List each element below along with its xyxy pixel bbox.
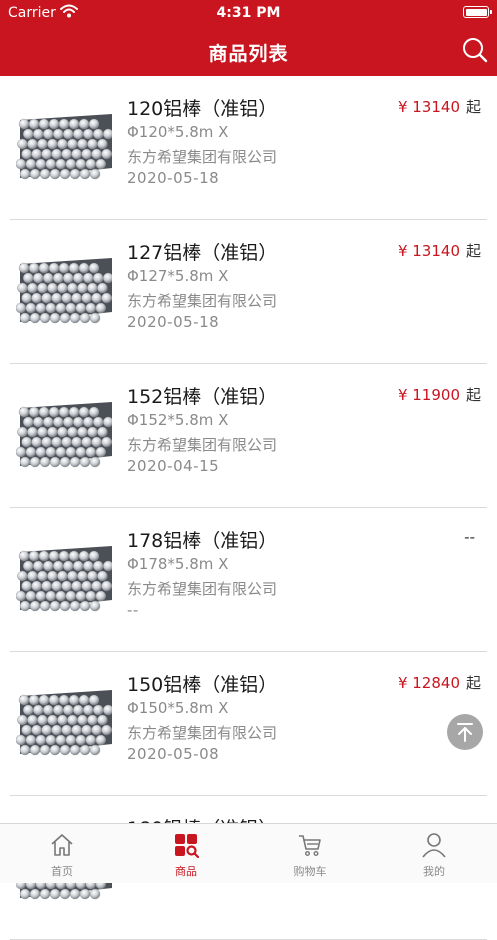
product-list-item[interactable]: 152铝棒（准铝） Φ152*5.8m X 东方希望集团有限公司 2020-04… <box>0 364 497 508</box>
product-date: 2020-05-18 <box>127 313 219 331</box>
product-spec: Φ152*5.8m X <box>127 411 228 429</box>
product-price: ¥ 13140 起 <box>398 96 481 117</box>
product-list-item[interactable]: 120铝棒（准铝） Φ120*5.8m X 东方希望集团有限公司 2020-05… <box>0 76 497 220</box>
price-value: -- <box>464 528 475 546</box>
product-image <box>16 542 112 614</box>
product-company: 东方希望集团有限公司 <box>127 290 277 311</box>
product-date: 2020-05-08 <box>127 745 219 763</box>
product-name: 178铝棒（准铝） <box>127 526 277 553</box>
product-price: ¥ 11900 起 <box>398 384 481 405</box>
grid-search-icon <box>173 832 199 858</box>
price-value: ¥ 12840 <box>398 674 460 692</box>
price-value: ¥ 13140 <box>398 98 460 116</box>
product-date: 2020-05-18 <box>127 169 219 187</box>
product-company: 东方希望集团有限公司 <box>127 146 277 167</box>
product-spec: Φ127*5.8m X <box>127 267 228 285</box>
product-name: 127铝棒（准铝） <box>127 238 277 265</box>
product-list-item[interactable]: 178铝棒（准铝） Φ178*5.8m X 东方希望集团有限公司 -- -- <box>0 508 497 652</box>
tab-products[interactable]: 商品 <box>124 824 248 884</box>
product-date: 2020-04-15 <box>127 457 219 475</box>
tab-mine[interactable]: 我的 <box>372 824 496 884</box>
product-date: -- <box>127 601 139 619</box>
tab-bar: 首页 商品 购物车 我的 <box>0 823 497 883</box>
product-image <box>16 110 112 182</box>
product-name: 152铝棒（准铝） <box>127 382 277 409</box>
back-to-top-button[interactable] <box>447 714 483 750</box>
price-suffix: 起 <box>466 98 481 116</box>
product-spec: Φ178*5.8m X <box>127 555 228 573</box>
nav-bar: 商品列表 <box>0 26 497 76</box>
product-list: 120铝棒（准铝） Φ120*5.8m X 东方希望集团有限公司 2020-05… <box>0 76 497 940</box>
price-suffix: 起 <box>466 386 481 404</box>
product-name: 120铝棒（准铝） <box>127 94 277 121</box>
tab-home[interactable]: 首页 <box>0 824 124 884</box>
product-company: 东方希望集团有限公司 <box>127 722 277 743</box>
battery-icon <box>463 6 489 18</box>
product-name: 150铝棒（准铝） <box>127 670 277 697</box>
user-icon <box>421 832 447 858</box>
home-icon <box>49 832 75 858</box>
clock: 4:31 PM <box>0 5 497 21</box>
price-suffix: 起 <box>466 242 481 260</box>
cart-icon <box>297 832 323 858</box>
price-value: ¥ 11900 <box>398 386 460 404</box>
tab-products-label: 商品 <box>124 863 248 879</box>
product-price: ¥ 13140 起 <box>398 240 481 261</box>
product-list-item[interactable]: 127铝棒（准铝） Φ127*5.8m X 东方希望集团有限公司 2020-05… <box>0 220 497 364</box>
product-image <box>16 686 112 758</box>
arrow-up-icon <box>447 714 483 750</box>
product-price: ¥ 12840 起 <box>398 672 481 693</box>
tab-cart-label: 购物车 <box>248 863 372 879</box>
product-spec: Φ150*5.8m X <box>127 699 228 717</box>
product-company: 东方希望集团有限公司 <box>127 434 277 455</box>
product-spec: Φ120*5.8m X <box>127 123 228 141</box>
product-price: -- <box>464 528 481 546</box>
status-bar: Carrier 4:31 PM <box>0 0 497 26</box>
price-value: ¥ 13140 <box>398 242 460 260</box>
tab-cart[interactable]: 购物车 <box>248 824 372 884</box>
tab-mine-label: 我的 <box>372 863 496 879</box>
product-image <box>16 398 112 470</box>
product-company: 东方希望集团有限公司 <box>127 578 277 599</box>
product-image <box>16 254 112 326</box>
page-title: 商品列表 <box>0 39 497 66</box>
price-suffix: 起 <box>466 674 481 692</box>
product-list-item[interactable]: 150铝棒（准铝） Φ150*5.8m X 东方希望集团有限公司 2020-05… <box>0 652 497 796</box>
tab-home-label: 首页 <box>0 863 124 879</box>
search-icon[interactable] <box>461 36 489 64</box>
